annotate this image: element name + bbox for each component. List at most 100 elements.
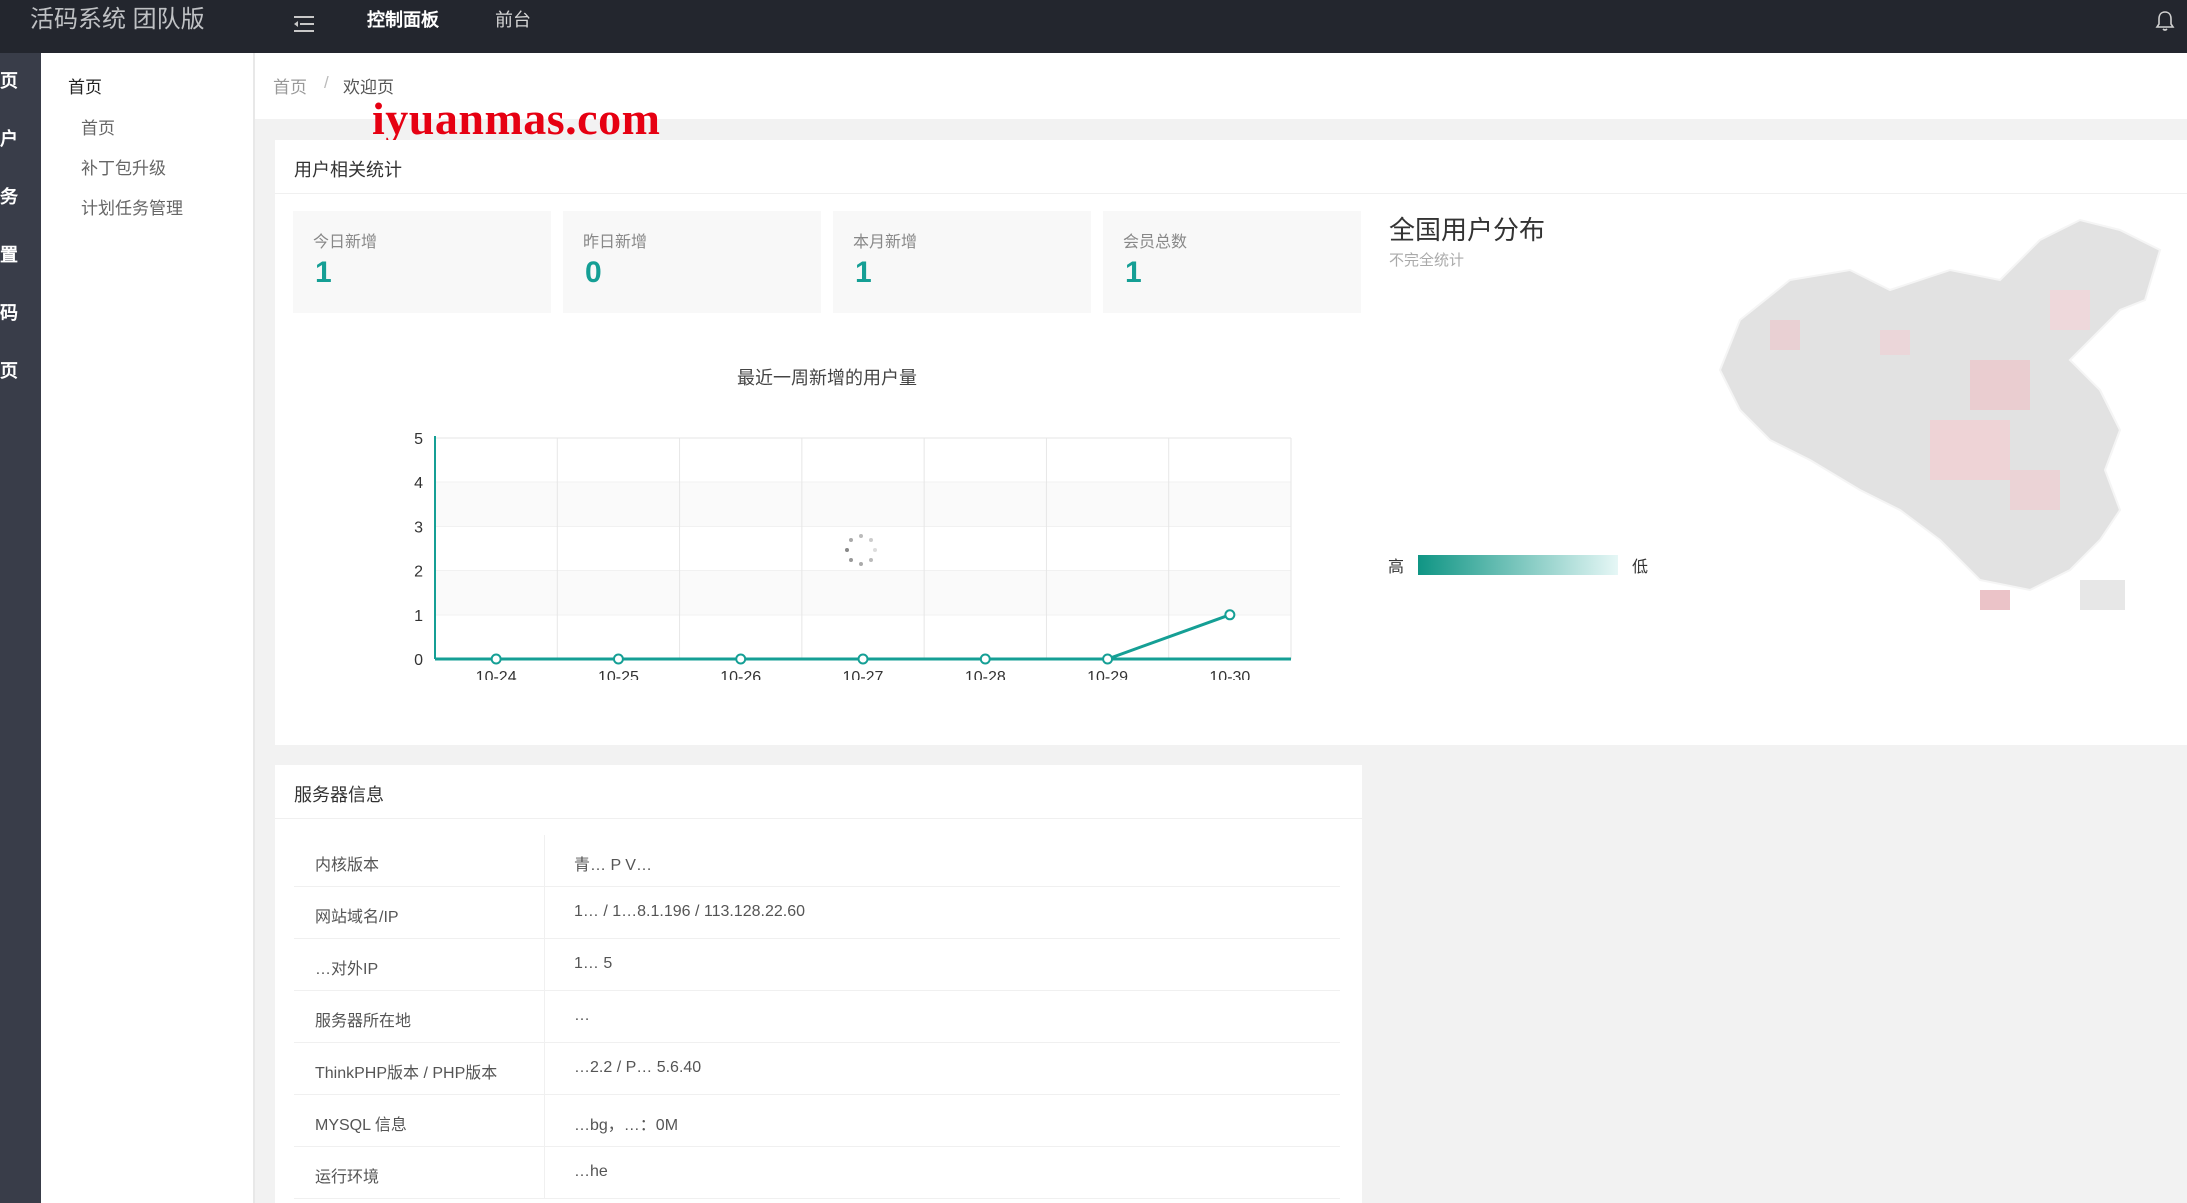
info-value: …	[574, 1007, 590, 1024]
x-tick-label: 10-25	[598, 669, 639, 680]
y-tick-label: 1	[414, 608, 423, 625]
legend-gradient-bar	[1418, 555, 1618, 575]
server-info-card: 服务器信息 内核版本 青… P V… 网站域名/IP 1… / 1…8.1.19…	[275, 765, 1362, 1203]
stat-today-new: 今日新增 1	[293, 211, 551, 313]
cell-divider	[544, 1095, 545, 1147]
rail-item-page[interactable]: 页	[0, 359, 41, 383]
bell-icon[interactable]	[2155, 10, 2175, 32]
y-tick-label: 5	[414, 431, 423, 448]
info-value: …bg，…：0M	[574, 1117, 679, 1134]
china-user-map	[1718, 218, 2162, 610]
stat-total-members: 会员总数 1	[1103, 211, 1361, 313]
stat-label: 会员总数	[1123, 234, 1188, 251]
top-header: 活码系统 团队版 控制面板 前台	[0, 0, 2187, 53]
x-tick-label: 10-28	[965, 669, 1006, 680]
rail-item-settings[interactable]: 置	[0, 243, 41, 267]
loading-spinner-icon	[845, 534, 877, 566]
data-point	[1102, 653, 1114, 665]
stat-value: 1	[315, 256, 332, 289]
cell-divider	[544, 1043, 545, 1095]
subnav-item-scheduled-tasks[interactable]: 计划任务管理	[81, 194, 183, 219]
info-key: ThinkPHP版本 / PHP版本	[315, 1065, 498, 1082]
series-line	[496, 613, 1231, 661]
x-tick-label: 10-29	[1087, 669, 1128, 680]
data-point	[857, 653, 869, 665]
cell-divider	[544, 1147, 545, 1199]
x-tick-label: 10-24	[476, 669, 517, 680]
breadcrumb-home[interactable]: 首页	[273, 73, 307, 98]
x-tick-label: 10-26	[720, 669, 761, 680]
y-tick-label: 0	[414, 652, 423, 669]
info-key: 网站域名/IP	[315, 909, 399, 926]
stat-value: 1	[855, 256, 872, 289]
data-point	[490, 653, 502, 665]
rail-item-user[interactable]: 户	[0, 127, 41, 151]
nav-frontend[interactable]: 前台	[495, 8, 531, 32]
chart-title: 最近一周新增的用户量	[737, 368, 917, 388]
chart-axes	[434, 436, 1291, 661]
app-title[interactable]: 活码系统 团队版	[0, 0, 253, 53]
cell-divider	[544, 887, 545, 939]
rail-item-task[interactable]: 务	[0, 185, 41, 209]
table-row: ThinkPHP版本 / PHP版本 …2.2 / P… 5.6.40	[294, 1043, 1340, 1095]
info-value: 1… 5	[574, 955, 613, 972]
table-row: …对外IP 1… 5	[294, 939, 1340, 991]
cell-divider	[544, 835, 545, 887]
main-side-rail: 页 户 务 置 码 页	[0, 53, 41, 1203]
stat-label: 本月新增	[853, 234, 918, 251]
rail-item-code[interactable]: 码	[0, 301, 41, 325]
grid-band	[435, 570, 1291, 615]
grid-band	[435, 482, 1291, 527]
data-point	[979, 653, 991, 665]
breadcrumb-separator: /	[324, 73, 329, 92]
x-tick-label: 10-27	[843, 669, 884, 680]
subnav-title[interactable]: 首页	[68, 73, 102, 98]
table-row: 网站域名/IP 1… / 1…8.1.196 / 113.128.22.60	[294, 887, 1340, 939]
stat-value: 0	[585, 256, 602, 289]
y-tick-label: 2	[414, 564, 423, 581]
data-point	[735, 653, 747, 665]
stat-yesterday-new: 昨日新增 0	[563, 211, 821, 313]
data-point	[1224, 609, 1236, 621]
secondary-sidebar: 首页 首页 补丁包升级 计划任务管理	[41, 53, 253, 1203]
chart-grid	[434, 437, 1292, 659]
server-info-title: 服务器信息	[294, 785, 384, 805]
cell-divider	[544, 991, 545, 1043]
y-tick-label: 4	[414, 475, 423, 492]
map-title: 全国用户分布	[1389, 215, 1546, 245]
x-tick-label: 10-30	[1209, 669, 1250, 680]
info-key: 运行环境	[315, 1169, 380, 1186]
table-row: 运行环境 …he	[294, 1147, 1340, 1199]
stat-label: 昨日新增	[583, 234, 648, 251]
info-value: …he	[574, 1163, 608, 1180]
legend-low-label: 低	[1632, 559, 1649, 576]
info-key: 内核版本	[315, 857, 380, 874]
card-header-divider	[275, 818, 1362, 819]
y-tick-label: 3	[414, 519, 423, 536]
watermark-text: iyuanmas.com	[372, 93, 661, 144]
info-key: MYSQL 信息	[315, 1117, 407, 1134]
chart-series	[490, 609, 1236, 665]
info-key: 服务器所在地	[315, 1013, 412, 1030]
map-subtitle: 不完全统计	[1389, 252, 1465, 269]
menu-toggle-icon[interactable]	[290, 10, 318, 38]
card-header-divider	[275, 193, 2187, 194]
info-value: 青… P V…	[574, 857, 652, 874]
user-stats-title: 用户相关统计	[294, 160, 402, 180]
table-row: 服务器所在地 …	[294, 991, 1340, 1043]
rail-item-home[interactable]: 页	[0, 69, 41, 93]
stat-label: 今日新增	[313, 234, 378, 251]
subnav-item-patch-upgrade[interactable]: 补丁包升级	[81, 154, 166, 179]
sidebar-divider	[253, 53, 255, 1203]
info-key: …对外IP	[315, 961, 379, 978]
legend-high-label: 高	[1388, 559, 1405, 576]
nav-control-panel[interactable]: 控制面板	[367, 8, 439, 32]
info-value: …2.2 / P… 5.6.40	[574, 1059, 702, 1076]
table-row: MYSQL 信息 …bg，…：0M	[294, 1095, 1340, 1147]
subnav-item-home[interactable]: 首页	[81, 114, 115, 139]
stat-value: 1	[1125, 256, 1142, 289]
stat-month-new: 本月新增 1	[833, 211, 1091, 313]
table-row: 内核版本 青… P V…	[294, 835, 1340, 887]
info-value: 1… / 1…8.1.196 / 113.128.22.60	[574, 903, 805, 920]
cell-divider	[544, 939, 545, 991]
